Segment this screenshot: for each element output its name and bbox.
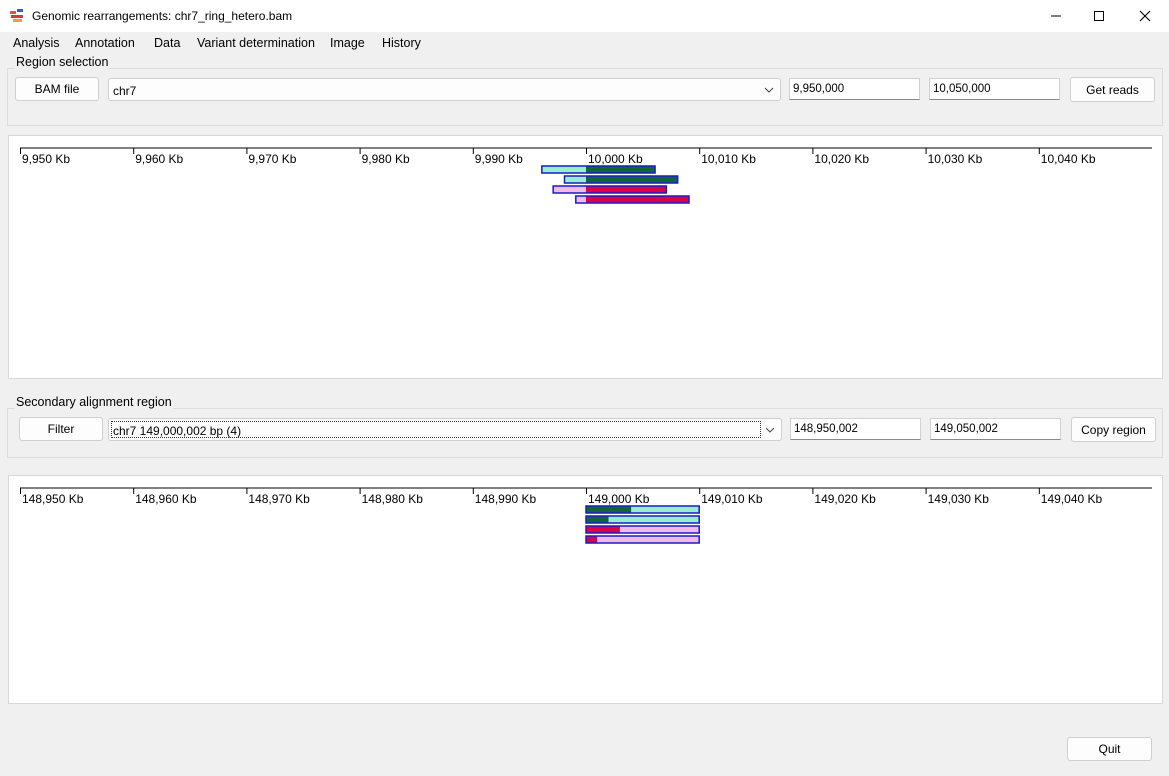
read-segment <box>586 166 656 173</box>
read-segment <box>586 176 678 183</box>
menu-bar: Analysis Annotation Data Variant determi… <box>0 32 1169 54</box>
menu-image[interactable]: Image <box>330 36 365 50</box>
tick-label: 9,960 Kb <box>135 152 183 166</box>
menu-data[interactable]: Data <box>154 36 180 50</box>
secondary-plot-canvas: 148,950 Kb 148,960 Kb 148,970 Kb 148,980 Kb… <box>20 487 1152 544</box>
tick-label: 149,000 Kb <box>588 492 650 506</box>
region-end-input[interactable]: 10,050,000 <box>929 78 1060 100</box>
chevron-down-icon <box>764 87 774 93</box>
menu-analysis[interactable]: Analysis <box>13 36 60 50</box>
read-segment <box>608 516 700 523</box>
get-reads-button[interactable]: Get reads <box>1070 77 1155 102</box>
read-segment <box>586 516 609 523</box>
read-segment <box>586 186 667 193</box>
tick-label: 10,030 Kb <box>928 152 983 166</box>
region-end-value: 10,050,000 <box>933 83 991 95</box>
tick-label: 10,010 Kb <box>701 152 756 166</box>
menu-annotation[interactable]: Annotation <box>75 36 135 50</box>
secondary-end-value: 149,050,002 <box>934 423 998 435</box>
read-segment <box>597 536 700 543</box>
minimize-button[interactable] <box>1033 0 1079 32</box>
tick-label: 149,010 Kb <box>701 492 763 506</box>
tick-label: 148,960 Kb <box>135 492 197 506</box>
app-icon <box>10 9 23 22</box>
tick-label: 149,020 Kb <box>814 492 876 506</box>
secondary-alignment-plot: 148,950 Kb 148,960 Kb 148,970 Kb 148,980 Kb… <box>8 475 1163 704</box>
copy-region-button[interactable]: Copy region <box>1071 417 1156 442</box>
bam-file-button[interactable]: BAM file <box>15 77 99 101</box>
read-segment <box>631 506 700 513</box>
maximize-button[interactable] <box>1076 0 1122 32</box>
tick-label: 10,020 Kb <box>814 152 869 166</box>
secondary-region-select[interactable]: chr7 149,000,002 bp (4) <box>108 418 782 441</box>
chromosome-select[interactable]: chr7 <box>108 78 781 101</box>
read-segment <box>619 526 700 533</box>
close-icon <box>1139 10 1151 22</box>
region-start-value: 9,950,000 <box>793 83 845 95</box>
read-segment <box>541 166 586 173</box>
tick-label: 148,990 Kb <box>475 492 537 506</box>
read-segment <box>586 196 690 203</box>
tick-label: 9,980 Kb <box>362 152 410 166</box>
tick-label: 9,990 Kb <box>475 152 523 166</box>
read-segment <box>553 186 586 193</box>
secondary-start-input[interactable]: 148,950,002 <box>790 418 921 440</box>
region-start-input[interactable]: 9,950,000 <box>789 78 920 100</box>
primary-alignment-plot: 9,950 Kb 9,960 Kb 9,970 Kb 9,980 Kb 9,990 Kb… <box>8 135 1163 379</box>
tick-label: 10,000 Kb <box>588 152 643 166</box>
filter-button[interactable]: Filter <box>19 417 103 441</box>
menu-variant-determination[interactable]: Variant determination <box>197 36 315 50</box>
read-segment <box>575 196 586 203</box>
minimize-icon <box>1051 15 1061 17</box>
title-bar: Genomic rearrangements: chr7_ring_hetero… <box>0 0 1169 32</box>
quit-button[interactable]: Quit <box>1067 737 1152 761</box>
read-segment <box>586 506 632 513</box>
tick-label: 148,970 Kb <box>248 492 310 506</box>
tick-label: 10,040 Kb <box>1041 152 1096 166</box>
region-selection-label: Region selection <box>15 55 110 69</box>
secondary-region-label: Secondary alignment region <box>15 395 173 409</box>
tick-label: 9,950 Kb <box>22 152 70 166</box>
tick-label: 149,040 Kb <box>1041 492 1103 506</box>
primary-plot-canvas: 9,950 Kb 9,960 Kb 9,970 Kb 9,980 Kb 9,990 Kb… <box>20 147 1152 204</box>
secondary-start-value: 148,950,002 <box>794 423 858 435</box>
secondary-region-value: chr7 149,000,002 bp (4) <box>113 424 242 438</box>
window-title: Genomic rearrangements: chr7_ring_hetero… <box>32 9 293 23</box>
tick-label: 9,970 Kb <box>248 152 296 166</box>
close-button[interactable] <box>1122 0 1168 32</box>
secondary-end-input[interactable]: 149,050,002 <box>930 418 1061 440</box>
menu-history[interactable]: History <box>382 36 421 50</box>
read-segment <box>586 536 598 543</box>
read-segment <box>564 176 586 183</box>
tick-label: 148,980 Kb <box>362 492 424 506</box>
maximize-icon <box>1094 11 1104 21</box>
tick-label: 148,950 Kb <box>22 492 84 506</box>
tick-label: 149,030 Kb <box>928 492 990 506</box>
chevron-down-icon <box>765 427 775 433</box>
read-segment <box>586 526 620 533</box>
chromosome-value: chr7 <box>113 84 137 98</box>
